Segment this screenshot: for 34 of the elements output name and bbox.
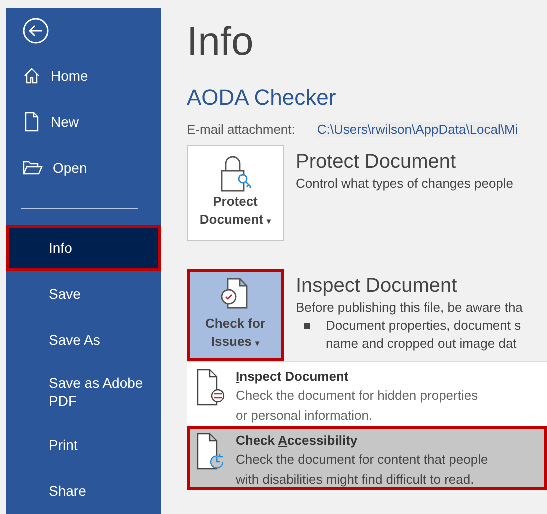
home-icon <box>23 67 41 86</box>
section-description: Control what types of changes people <box>296 175 514 193</box>
folder-icon <box>23 160 43 176</box>
menu-item[interactable]: New <box>6 99 161 146</box>
page-icon <box>23 112 41 132</box>
item-title: Inspect Document <box>236 368 350 386</box>
page-title: Info <box>187 19 255 66</box>
dropdown-item[interactable]: Check Accessibility Check the document for content that people with disabilities might find difficult to read. <box>187 426 547 490</box>
document-icon <box>196 368 226 408</box>
bullet-icon <box>304 323 310 329</box>
bullet-text: Document properties, document s name and cropped out image dat <box>326 317 522 353</box>
menu-item[interactable]: Home <box>6 53 161 100</box>
menu-item[interactable]: Save <box>6 270 161 317</box>
item-description: Check the document for hidden properties or personal information. <box>236 387 478 425</box>
menu-item[interactable]: Save as Adobe PDF <box>6 362 161 422</box>
protect-button[interactable]: Protect Document ▾ <box>187 145 284 241</box>
back-icon <box>23 18 49 44</box>
inspect-button[interactable]: Check for Issues ▾ <box>187 269 284 361</box>
document-icon <box>196 432 226 472</box>
document-name: AODA Checker <box>187 84 338 112</box>
location-label: E-mail attachment: <box>187 122 296 137</box>
section-title: Protect Document <box>296 150 458 175</box>
item-description: Check the document for content that people with disabilities might find difficult to read. <box>236 451 488 489</box>
menu-item[interactable]: Save As <box>6 316 161 363</box>
lock-key-icon <box>218 155 252 193</box>
section-title: Inspect Document <box>296 274 458 299</box>
dropdown-item[interactable]: Inspect Document Check the document for hidden properties or personal information. <box>187 362 547 426</box>
menu-item[interactable]: Share <box>6 468 161 514</box>
item-title: Check Accessibility <box>236 432 359 450</box>
menu-item[interactable]: Info <box>6 224 161 271</box>
section-description: Before publishing this file, be aware tha <box>296 299 523 317</box>
menu-item[interactable]: Open <box>6 145 161 192</box>
menu-item[interactable]: Print <box>6 422 161 468</box>
file-path: C:\Users\rwilson\AppData\Local\Mi <box>317 122 518 137</box>
